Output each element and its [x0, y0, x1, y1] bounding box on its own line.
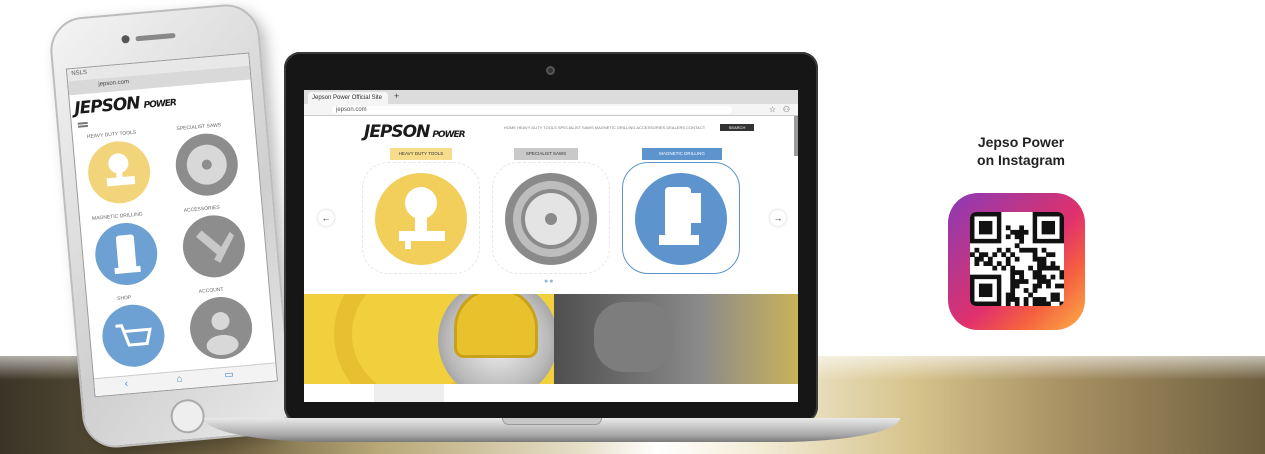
drill-icon	[114, 234, 141, 275]
lathe-icon	[106, 153, 136, 187]
phone-cat-label: ACCESSORIES	[183, 204, 220, 214]
category-image-heavy-duty	[375, 173, 467, 265]
phone-cat-label: MAGNETIC DRILLING	[91, 211, 143, 222]
browser-toolbar: jepson.com ☆ ⚇	[304, 104, 798, 116]
scrollbar[interactable]	[794, 116, 798, 156]
qr-code	[970, 212, 1064, 306]
instagram-title-line1: Jepso Power	[977, 134, 1065, 150]
phone-logo-text: JEPSON	[73, 93, 141, 119]
phone-category-grid: HEAVY DUTY TOOLS SPECIALIST SAWS MAGNETI…	[72, 113, 276, 388]
phone-speaker	[135, 32, 176, 42]
laptop-base	[204, 418, 900, 442]
below-fold-box	[374, 384, 444, 402]
tabs-icon[interactable]: ▭	[224, 369, 234, 381]
phone-cat-heavy-duty[interactable]	[85, 138, 153, 206]
phone-home-button[interactable]	[169, 397, 207, 435]
carousel-next-arrow[interactable]: →	[770, 210, 786, 226]
saw-blade-icon	[513, 181, 589, 257]
phone-cat-label: HEAVY DUTY TOOLS	[86, 129, 137, 140]
category-button-magnetic[interactable]: MAGNETIC DRILLING	[642, 148, 722, 160]
lathe-icon	[399, 187, 445, 249]
phone-screen: NSLS jepson.com JEPSON POWER HEAVY DUTY T…	[65, 52, 278, 398]
phone-cat-label: ACCOUNT	[198, 286, 224, 295]
category-image-saws	[505, 173, 597, 265]
phone-cat-saws[interactable]	[173, 131, 241, 199]
category-card-saws[interactable]	[492, 162, 610, 274]
account-icon[interactable]: ⚇	[783, 105, 790, 114]
phone-cat-account[interactable]	[187, 294, 255, 362]
site-header: JEPSON POWER HOME HEAVY DUTY TOOLS SPECIA…	[304, 116, 798, 144]
category-card-magnetic[interactable]	[622, 162, 740, 274]
phone-camera	[121, 34, 130, 44]
laptop-lid: Jepson Power Official Site + jepson.com …	[284, 52, 818, 423]
site-nav-button[interactable]: SEARCH	[720, 124, 754, 131]
site-logo-text: JEPSON	[364, 122, 430, 142]
hero-saw-guard	[454, 294, 538, 358]
browser-tab-bar: Jepson Power Official Site +	[304, 90, 798, 104]
hero-glove	[594, 302, 674, 372]
user-icon	[206, 312, 239, 356]
qr-code-icon	[970, 212, 1064, 306]
laptop-notch	[502, 418, 602, 425]
site-nav[interactable]: HOME HEAVY DUTY TOOLS SPECIALIST SAWS MA…	[504, 125, 705, 130]
address-bar[interactable]: jepson.com	[332, 106, 732, 114]
phone-cat-label: SPECIALIST SAWS	[176, 122, 222, 133]
new-tab-button[interactable]: +	[394, 91, 399, 101]
category-button-saws[interactable]: SPECIALIST SAWS	[514, 148, 578, 160]
hero-background	[554, 294, 798, 384]
star-icon[interactable]: ☆	[769, 105, 776, 114]
saw-blade-icon	[186, 144, 227, 185]
category-card-heavy-duty[interactable]	[362, 162, 480, 274]
phone-cat-shop[interactable]	[99, 302, 168, 370]
product-banner: NSLS jepson.com JEPSON POWER HEAVY DUTY T…	[0, 0, 1265, 454]
site-logo-sub: POWER	[432, 130, 465, 140]
instagram-title-line2: on Instagram	[977, 152, 1065, 168]
phone-cat-accessories[interactable]	[180, 212, 248, 280]
cart-icon	[115, 324, 152, 347]
back-icon[interactable]: ‹	[124, 378, 128, 389]
instagram-qr-card[interactable]	[948, 193, 1085, 330]
phone-logo-sub: POWER	[143, 98, 177, 111]
browser-tab[interactable]: Jepson Power Official Site	[308, 92, 388, 104]
below-fold	[304, 384, 798, 402]
smartphone-mockup: NSLS jepson.com JEPSON POWER HEAVY DUTY T…	[47, 1, 295, 451]
magnetic-drill-icon	[659, 187, 701, 245]
phone-cat-magnetic[interactable]	[92, 220, 160, 288]
hero-image-saw	[304, 294, 798, 384]
site-logo[interactable]: JEPSON POWER	[364, 122, 466, 142]
phone-cat-label: SHOP	[116, 294, 132, 302]
phone-menu-icon[interactable]	[77, 121, 88, 125]
tools-icon	[196, 230, 235, 263]
instagram-title: Jepso Power on Instagram	[958, 133, 1084, 169]
category-image-magnetic	[635, 173, 727, 265]
category-button-heavy-duty[interactable]: HEAVY DUTY TOOLS	[390, 148, 452, 160]
carousel-dots[interactable]: ●●	[544, 278, 554, 285]
laptop-screen: Jepson Power Official Site + jepson.com …	[304, 90, 798, 402]
carousel-prev-arrow[interactable]: ←	[318, 210, 334, 226]
home-icon[interactable]: ⌂	[176, 374, 183, 385]
webcam	[546, 66, 555, 75]
